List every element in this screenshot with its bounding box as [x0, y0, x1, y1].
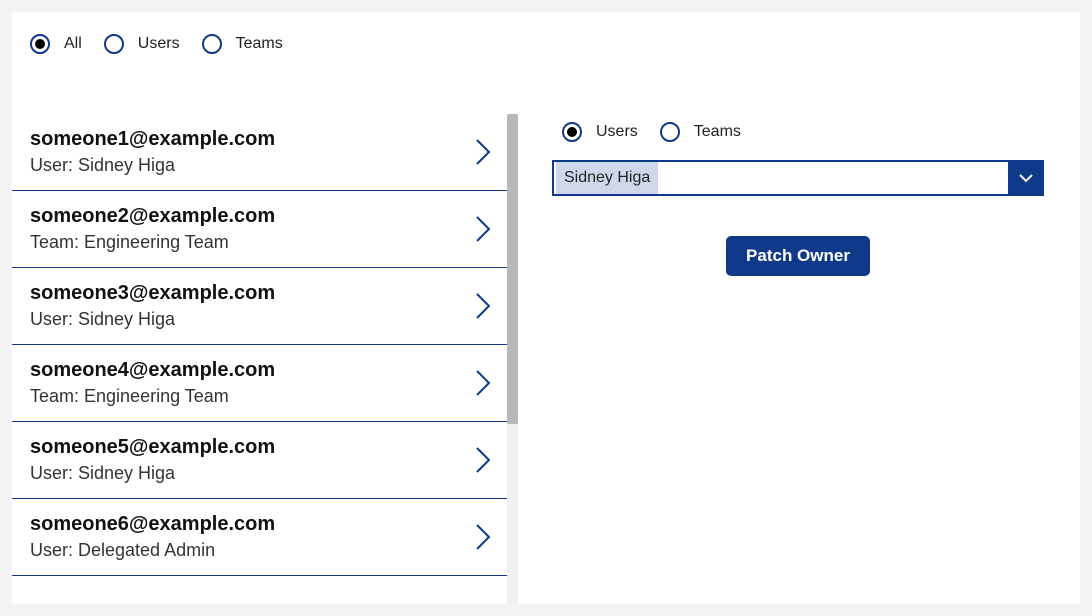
list-item-owner: Team: Engineering Team: [30, 232, 275, 253]
filter-users-radio[interactable]: Users: [104, 34, 180, 54]
radio-circle-icon: [30, 34, 50, 54]
radio-circle-icon: [104, 34, 124, 54]
list-item[interactable]: someone2@example.com Team: Engineering T…: [12, 191, 507, 268]
list-item-owner: User: Delegated Admin: [30, 540, 275, 561]
patch-owner-button[interactable]: Patch Owner: [726, 236, 870, 276]
filter-all-radio[interactable]: All: [30, 34, 82, 54]
action-button-row: Patch Owner: [552, 236, 1044, 276]
list-item[interactable]: someone5@example.com User: Sidney Higa: [12, 422, 507, 499]
radio-circle-icon: [660, 122, 680, 142]
list-item-email: someone2@example.com: [30, 205, 275, 228]
filter-teams-radio[interactable]: Teams: [202, 34, 283, 54]
owner-select-dropdown[interactable]: Sidney Higa: [552, 160, 1044, 196]
list-item-email: someone1@example.com: [30, 128, 275, 151]
list-item-text: someone5@example.com User: Sidney Higa: [30, 436, 275, 484]
list-item-owner: User: Sidney Higa: [30, 155, 275, 176]
chevron-right-icon: [475, 215, 491, 243]
list-item-owner: User: Sidney Higa: [30, 463, 275, 484]
list-item-text: someone1@example.com User: Sidney Higa: [30, 128, 275, 176]
owner-select-value: Sidney Higa: [556, 162, 658, 194]
list-item-owner: Team: Engineering Team: [30, 386, 275, 407]
list-item-email: someone4@example.com: [30, 359, 275, 382]
list-item-text: someone6@example.com User: Delegated Adm…: [30, 513, 275, 561]
list-item[interactable]: someone6@example.com User: Delegated Adm…: [12, 499, 507, 576]
radio-circle-icon: [202, 34, 222, 54]
app-frame: All Users Teams someone1@example.com Use…: [12, 12, 1080, 604]
owner-type-teams-radio[interactable]: Teams: [660, 122, 741, 142]
scrollbar-thumb[interactable]: [507, 114, 518, 424]
list-item-text: someone2@example.com Team: Engineering T…: [30, 205, 275, 253]
filter-all-label: All: [64, 35, 82, 53]
top-filter-bar: All Users Teams: [30, 34, 283, 54]
record-list-panel: someone1@example.com User: Sidney Higa s…: [12, 114, 522, 604]
chevron-right-icon: [475, 446, 491, 474]
radio-circle-icon: [562, 122, 582, 142]
list-vertical-scrollbar[interactable]: [507, 114, 518, 604]
filter-teams-label: Teams: [236, 35, 283, 53]
list-item-email: someone6@example.com: [30, 513, 275, 536]
owner-type-filter: Users Teams: [562, 122, 1062, 142]
chevron-right-icon: [475, 523, 491, 551]
chevron-right-icon: [475, 138, 491, 166]
list-item-owner: User: Sidney Higa: [30, 309, 275, 330]
list-item[interactable]: someone4@example.com Team: Engineering T…: [12, 345, 507, 422]
list-item-email: someone5@example.com: [30, 436, 275, 459]
list-item-text: someone4@example.com Team: Engineering T…: [30, 359, 275, 407]
chevron-right-icon: [475, 292, 491, 320]
filter-users-label: Users: [138, 35, 180, 53]
chevron-down-icon[interactable]: [1008, 160, 1044, 196]
owner-type-teams-label: Teams: [694, 123, 741, 141]
list-item[interactable]: someone1@example.com User: Sidney Higa: [12, 114, 507, 191]
owner-type-users-label: Users: [596, 123, 638, 141]
chevron-right-icon: [475, 369, 491, 397]
record-list-scroll[interactable]: someone1@example.com User: Sidney Higa s…: [12, 114, 507, 604]
owner-editor-panel: Users Teams Sidney Higa Patch Owner: [552, 122, 1062, 276]
owner-type-users-radio[interactable]: Users: [562, 122, 638, 142]
list-item-text: someone3@example.com User: Sidney Higa: [30, 282, 275, 330]
list-item[interactable]: someone3@example.com User: Sidney Higa: [12, 268, 507, 345]
list-item-email: someone3@example.com: [30, 282, 275, 305]
